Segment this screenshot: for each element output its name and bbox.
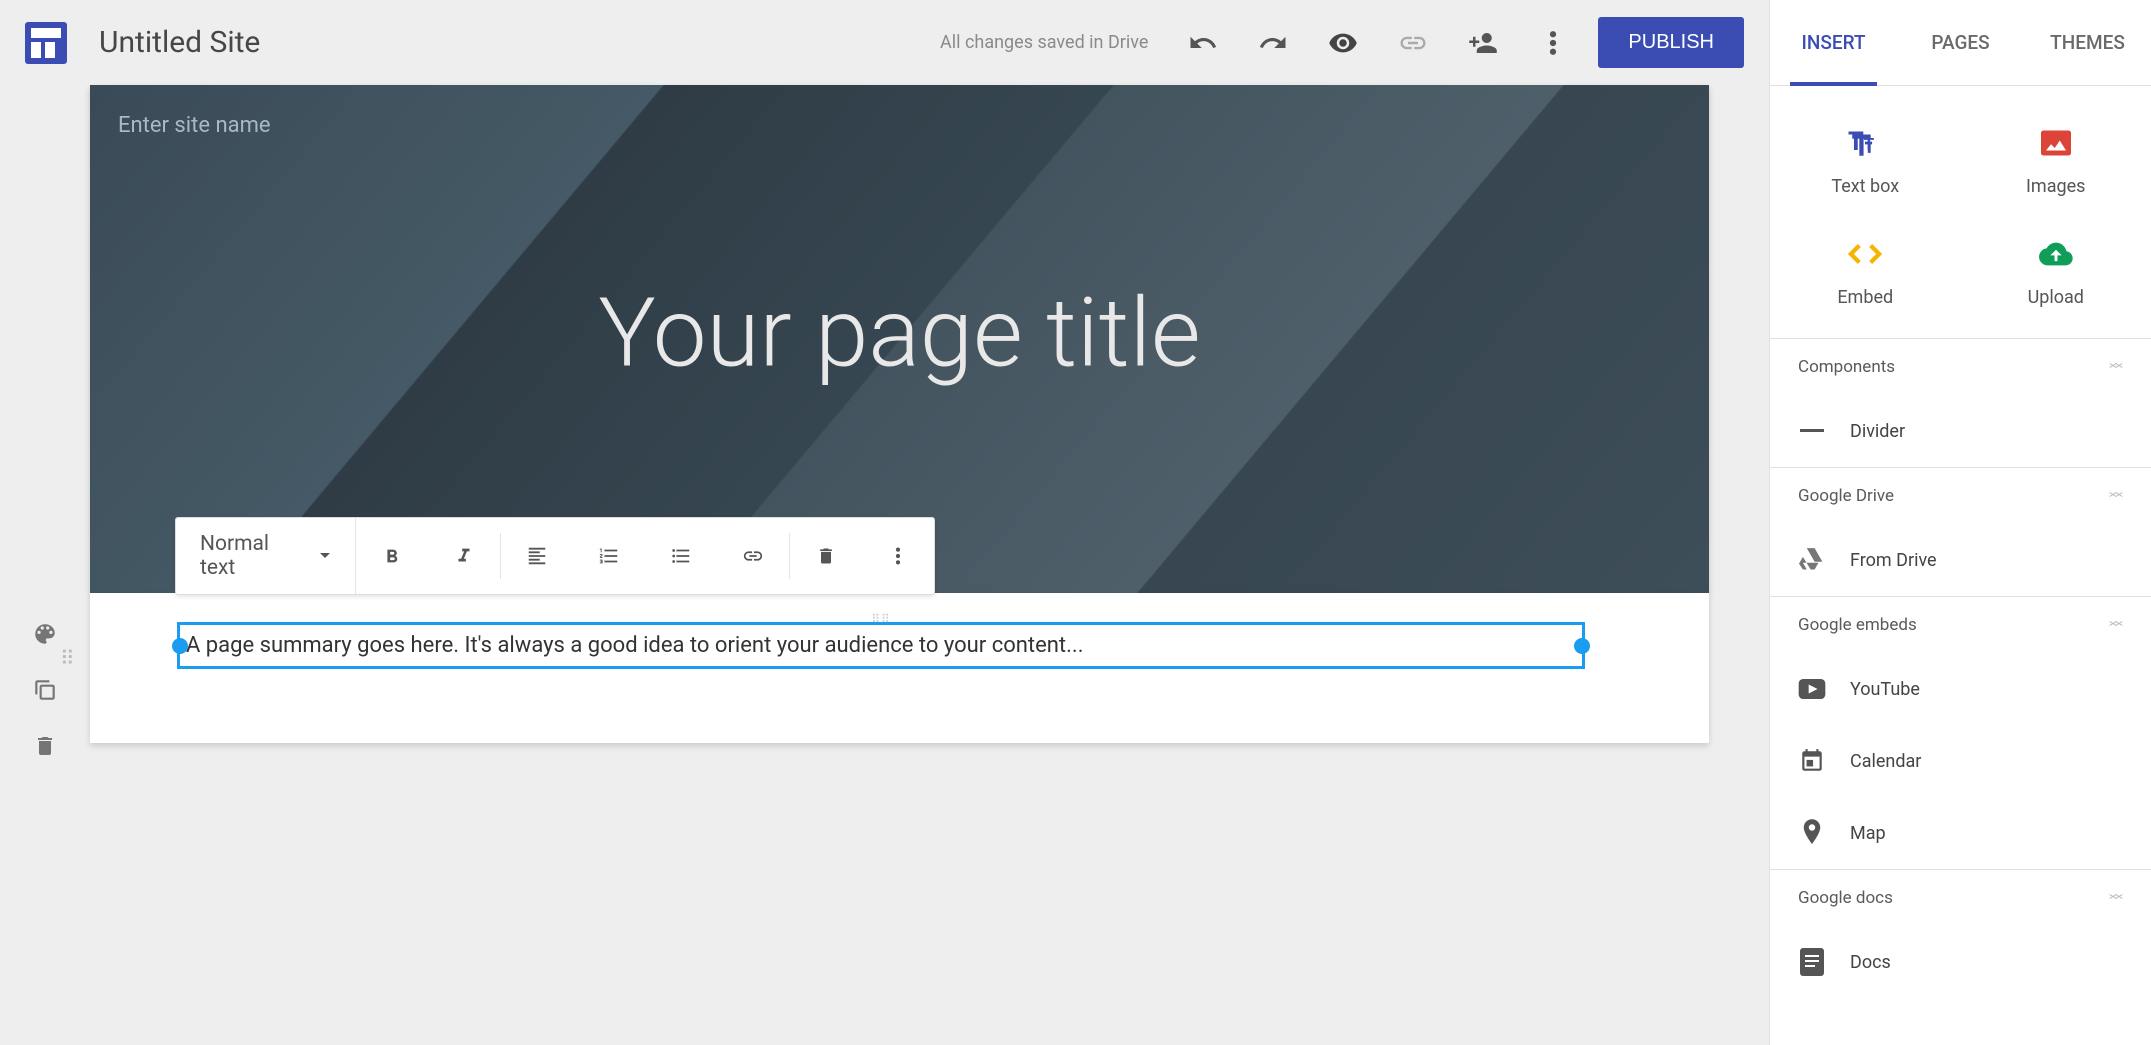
insert-label: Text box — [1831, 176, 1899, 197]
section-tools — [0, 85, 90, 1045]
youtube-icon — [1798, 675, 1826, 703]
section-drag-handle-icon[interactable]: ⠿ — [60, 646, 72, 670]
insert-label: Embed — [1837, 287, 1893, 308]
insert-link-icon[interactable] — [717, 518, 789, 594]
collapse-icon: ︿﹀ — [2109, 617, 2123, 633]
save-status: All changes saved in Drive — [940, 32, 1148, 53]
delete-icon[interactable] — [31, 732, 59, 760]
insert-label: Images — [2026, 176, 2085, 197]
map-pin-icon — [1798, 819, 1826, 847]
bullet-list-icon[interactable] — [645, 518, 717, 594]
item-from-drive[interactable]: From Drive — [1770, 524, 2151, 596]
more-options-icon[interactable] — [862, 518, 934, 594]
resize-handle-left[interactable] — [172, 638, 188, 654]
palette-icon[interactable] — [31, 620, 59, 648]
section-components[interactable]: Components ︿﹀ — [1770, 338, 2151, 395]
trash-icon[interactable] — [790, 518, 862, 594]
align-icon[interactable] — [501, 518, 573, 594]
add-person-icon[interactable] — [1468, 28, 1498, 58]
duplicate-icon[interactable] — [31, 676, 59, 704]
publish-button[interactable]: PUBLISH — [1598, 17, 1744, 68]
summary-text[interactable]: A page summary goes here. It's always a … — [186, 633, 1084, 658]
text-style-label: Normal text — [200, 532, 309, 580]
embed-icon — [1848, 237, 1882, 271]
italic-icon[interactable] — [428, 518, 500, 594]
bold-icon[interactable] — [356, 518, 428, 594]
textbox-drag-handle-icon[interactable] — [863, 622, 899, 632]
docs-icon — [1798, 948, 1826, 976]
page-content: Normal text ⠿ — [90, 593, 1709, 743]
insert-label: Upload — [2028, 287, 2084, 308]
item-divider[interactable]: Divider — [1770, 395, 2151, 467]
textbox-icon: TT — [1848, 126, 1882, 160]
text-toolbar: Normal text — [175, 517, 935, 595]
section-google-docs[interactable]: Google docs ︿﹀ — [1770, 869, 2151, 926]
item-calendar[interactable]: Calendar — [1770, 725, 2151, 797]
upload-icon — [2039, 237, 2073, 271]
site-title[interactable]: Untitled Site — [99, 25, 260, 60]
tab-themes[interactable]: THEMES — [2024, 0, 2151, 85]
undo-icon[interactable] — [1188, 28, 1218, 58]
right-panel: INSERT PAGES THEMES TT Text box Images E… — [1769, 0, 2151, 1045]
collapse-icon: ︿﹀ — [2109, 359, 2123, 375]
section-google-embeds[interactable]: Google embeds ︿﹀ — [1770, 596, 2151, 653]
collapse-icon: ︿﹀ — [2109, 488, 2123, 504]
app-header: Untitled Site All changes saved in Drive — [0, 0, 1769, 85]
summary-textbox[interactable]: A page summary goes here. It's always a … — [177, 622, 1585, 669]
divider-icon — [1798, 417, 1826, 445]
site-name-placeholder[interactable]: Enter site name — [118, 113, 271, 138]
tab-insert[interactable]: INSERT — [1770, 0, 1897, 85]
insert-images[interactable]: Images — [1961, 106, 2151, 217]
item-map[interactable]: Map — [1770, 797, 2151, 869]
more-icon[interactable] — [1538, 28, 1568, 58]
resize-handle-right[interactable] — [1574, 638, 1590, 654]
insert-embed[interactable]: Embed — [1770, 217, 1961, 328]
panel-tabs: INSERT PAGES THEMES — [1770, 0, 2151, 86]
svg-text:T: T — [1864, 135, 1875, 155]
svg-text:T: T — [1848, 128, 1864, 157]
page-title[interactable]: Your page title — [598, 277, 1200, 389]
item-youtube[interactable]: YouTube — [1770, 653, 2151, 725]
image-icon — [2039, 126, 2073, 160]
calendar-icon — [1798, 747, 1826, 775]
text-style-dropdown[interactable]: Normal text — [176, 518, 356, 594]
insert-textbox[interactable]: TT Text box — [1770, 106, 1961, 217]
numbered-list-icon[interactable] — [573, 518, 645, 594]
insert-upload[interactable]: Upload — [1961, 217, 2151, 328]
app-logo-icon[interactable] — [25, 22, 67, 64]
collapse-icon: ︿﹀ — [2109, 890, 2123, 906]
item-docs[interactable]: Docs — [1770, 926, 2151, 998]
link-icon[interactable] — [1398, 28, 1428, 58]
tab-pages[interactable]: PAGES — [1897, 0, 2024, 85]
drive-icon — [1798, 546, 1826, 574]
redo-icon[interactable] — [1258, 28, 1288, 58]
section-google-drive[interactable]: Google Drive ︿﹀ — [1770, 467, 2151, 524]
preview-icon[interactable] — [1328, 28, 1358, 58]
